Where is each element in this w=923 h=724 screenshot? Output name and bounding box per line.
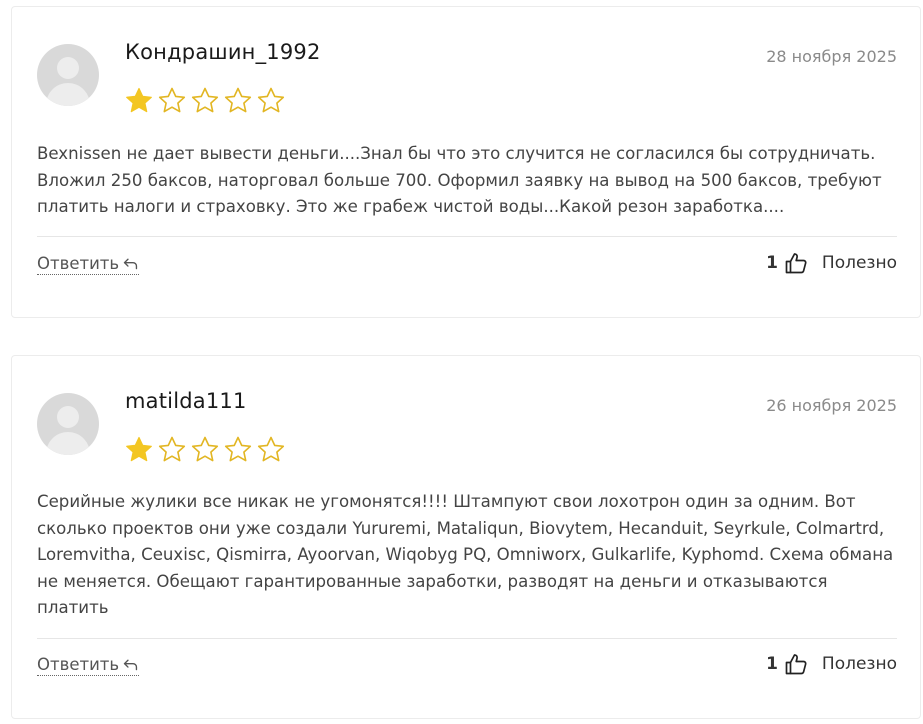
helpful-label[interactable]: Полезно (822, 253, 897, 273)
helpful-label[interactable]: Полезно (822, 654, 897, 674)
review-text: Серийные жулики все никак не угомонятся!… (37, 492, 894, 617)
review-card: Кондрашин_1992 28 ноября 2025 Bexnissen … (11, 6, 921, 318)
helpful-control[interactable]: 1 Полезно (766, 251, 897, 275)
review-username: matilda111 (125, 389, 247, 413)
helpful-count: 1 (766, 654, 778, 674)
review-text: Bexnissen не дает вывести деньги....Знал… (37, 144, 882, 216)
star-empty-icon (257, 436, 285, 462)
star-empty-icon (158, 87, 186, 113)
reply-label: Ответить (37, 254, 120, 273)
divider (37, 236, 897, 237)
reply-label: Ответить (37, 655, 120, 674)
reply-button[interactable]: Ответить (37, 254, 140, 275)
helpful-control[interactable]: 1 Полезно (766, 652, 897, 676)
star-rating (124, 86, 286, 116)
review-card: matilda111 26 ноября 2025 Серийные жулик… (11, 355, 921, 719)
review-username: Кондрашин_1992 (125, 40, 321, 64)
star-rating (124, 435, 286, 465)
star-filled-icon (126, 87, 152, 113)
avatar (37, 44, 99, 106)
star-empty-icon (224, 436, 252, 462)
star-empty-icon (224, 87, 252, 113)
star-empty-icon (191, 436, 219, 462)
thumbs-up-icon[interactable] (784, 251, 808, 275)
review-date: 26 ноября 2025 (766, 396, 897, 415)
review-date: 28 ноября 2025 (766, 47, 897, 66)
star-filled-icon (126, 436, 152, 462)
reply-arrow-icon (124, 659, 138, 671)
reply-arrow-icon (124, 258, 138, 270)
star-empty-icon (257, 87, 285, 113)
avatar (37, 393, 99, 455)
divider (37, 638, 897, 639)
star-empty-icon (158, 436, 186, 462)
thumbs-up-icon[interactable] (784, 652, 808, 676)
star-empty-icon (191, 87, 219, 113)
reply-button[interactable]: Ответить (37, 655, 140, 676)
helpful-count: 1 (766, 253, 778, 273)
